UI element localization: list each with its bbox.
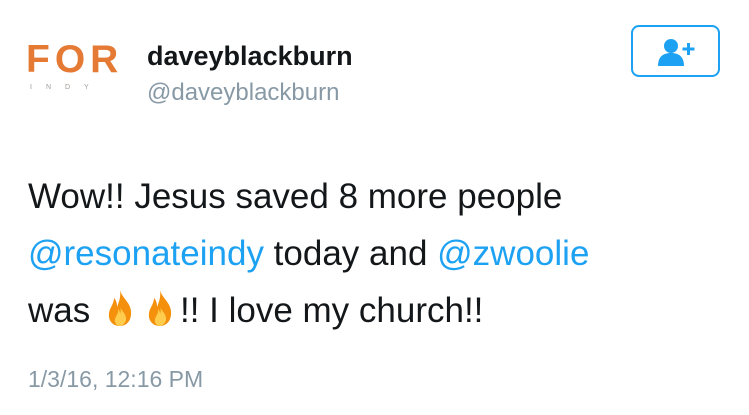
tweet-text-line3-end: !! I love my church!! (179, 291, 484, 330)
fire-emoji-icon (148, 290, 172, 326)
add-user-icon (658, 39, 695, 66)
tweet-text-line3-start: was (28, 291, 100, 330)
tweet-text: Wow!! Jesus saved 8 more people @resonat… (28, 168, 728, 339)
avatar-logo-text: FOR (26, 38, 124, 81)
avatar-logo-subtext: INDY (30, 84, 103, 91)
tweet-text-middle: today and (263, 234, 438, 273)
tweet-card: FOR INDY daveyblackburn @daveyblackburn … (0, 0, 749, 415)
mention-zwoolie[interactable]: @zwoolie (437, 234, 589, 273)
follow-button[interactable] (631, 25, 720, 77)
tweet-timestamp[interactable]: 1/3/16, 12:16 PM (28, 364, 203, 394)
user-handle[interactable]: @daveyblackburn (147, 78, 339, 108)
avatar[interactable]: FOR INDY (26, 40, 126, 106)
fire-emoji-icon (108, 290, 132, 326)
mention-resonateindy[interactable]: @resonateindy (28, 234, 264, 273)
tweet-text-line1: Wow!! Jesus saved 8 more people (28, 177, 563, 216)
display-name[interactable]: daveyblackburn (147, 40, 353, 72)
